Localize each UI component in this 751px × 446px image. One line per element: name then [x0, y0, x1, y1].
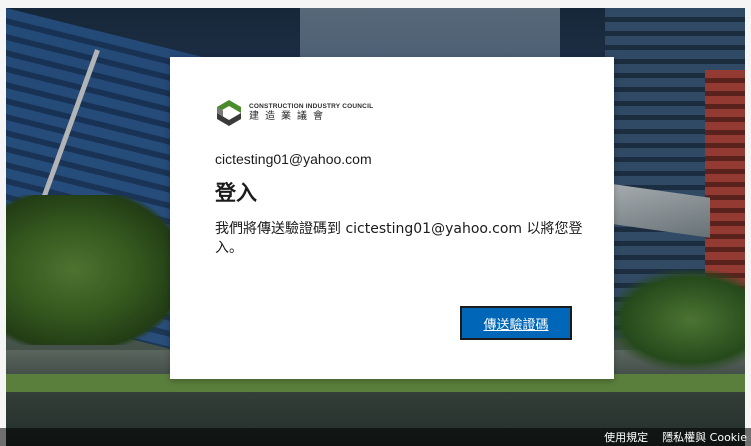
send-code-button[interactable]: 傳送驗證碼 [460, 306, 572, 340]
terms-link[interactable]: 使用規定 [604, 429, 648, 445]
privacy-cookies-link[interactable]: 隱私權與 Cookie [662, 429, 747, 445]
account-email: cictesting01@yahoo.com [215, 151, 372, 167]
frame-top [0, 0, 751, 8]
brand-logo: CONSTRUCTION INDUSTRY COUNCIL 建造業議會 [215, 99, 373, 127]
signin-card: CONSTRUCTION INDUSTRY COUNCIL 建造業議會 cict… [170, 57, 614, 379]
frame-left [0, 0, 6, 446]
footer: 使用規定 隱私權與 Cookie [0, 428, 751, 446]
frame-right [745, 0, 751, 446]
cic-logo-icon [217, 100, 241, 126]
send-code-message: 我們將傳送驗證碼到 cictesting01@yahoo.com 以將您登入。 [215, 221, 583, 256]
brand-name-en: CONSTRUCTION INDUSTRY COUNCIL [249, 102, 374, 110]
page-title: 登入 [215, 181, 257, 205]
brand-name-zh: 建造業議會 [249, 111, 329, 123]
